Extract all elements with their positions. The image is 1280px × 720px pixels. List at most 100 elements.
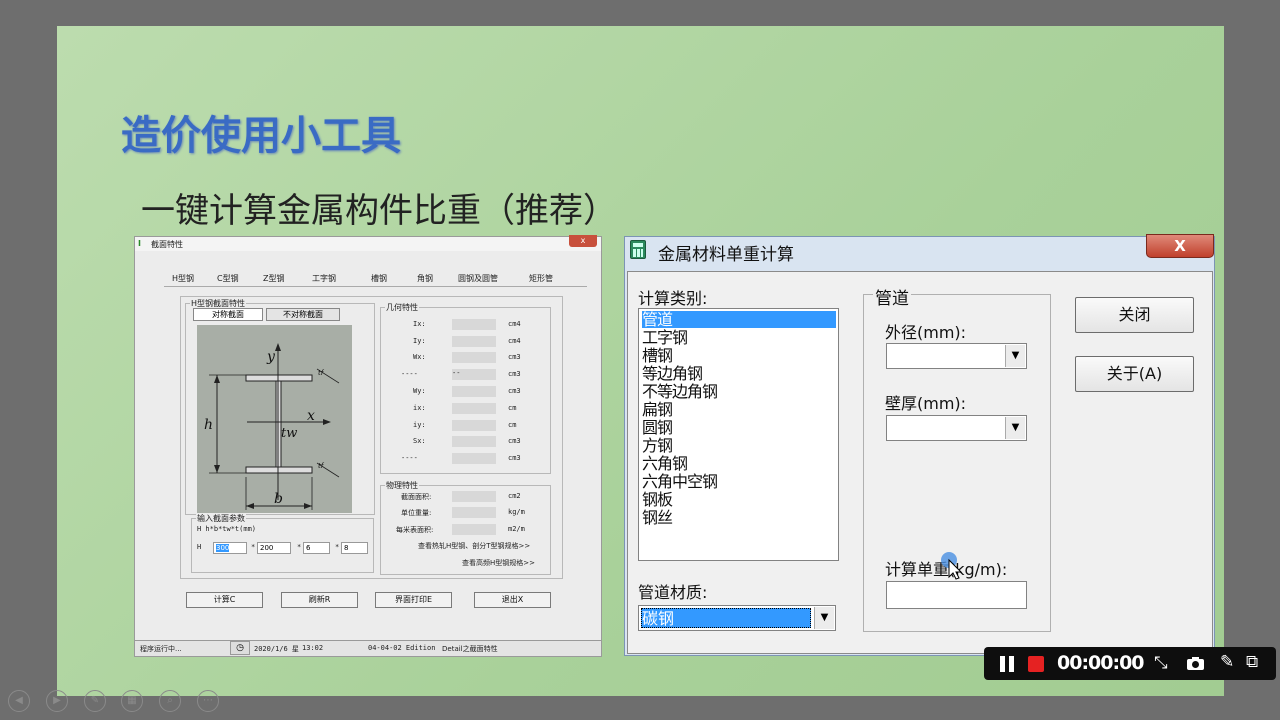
b-dimension-label: b	[274, 491, 283, 507]
camera-icon[interactable]	[1186, 656, 1205, 671]
list-item[interactable]: 等边角钢	[642, 365, 703, 382]
wall-thickness-select[interactable]: ▼	[886, 415, 1027, 441]
material-select[interactable]: 碳钢 ▼	[638, 605, 836, 631]
list-item[interactable]: 方钢	[642, 437, 673, 454]
h-input[interactable]: 300	[213, 542, 247, 554]
chevron-down-icon[interactable]: ▼	[814, 607, 834, 629]
high-freq-spec-link[interactable]: 查看高频H型钢规格>>	[462, 558, 535, 568]
tw-input[interactable]: 6	[303, 542, 330, 554]
x-axis-label: x	[307, 408, 315, 424]
left-window-close-button[interactable]: x	[569, 235, 597, 247]
tab-h-steel[interactable]: H型钢	[172, 273, 194, 284]
geom-label: Wx:	[413, 353, 426, 361]
geom-unit: cm	[508, 421, 517, 429]
geom-value-box	[452, 336, 496, 347]
list-item[interactable]: 钢板	[642, 491, 673, 508]
phys-unit: m2/m	[508, 525, 525, 533]
h-value: 300	[216, 544, 230, 552]
pause-icon[interactable]	[1000, 656, 1015, 672]
sub-tab-asymmetric[interactable]: 不对称截面	[266, 308, 340, 321]
status-edition: 04-04-02 Edition	[368, 644, 436, 652]
unit-weight-output[interactable]	[886, 581, 1027, 609]
t-input[interactable]: 8	[341, 542, 368, 554]
geom-value-box	[452, 453, 496, 464]
phys-label: 每米表面积:	[396, 526, 434, 534]
geom-label: ----	[401, 370, 418, 378]
tab-c-steel[interactable]: C型钢	[217, 273, 239, 284]
geom-unit: cm3	[508, 387, 521, 395]
tab-angle[interactable]: 角钢	[417, 273, 433, 284]
slides-grid-icon[interactable]: ▦	[121, 690, 143, 712]
y-axis-label: y	[266, 349, 276, 365]
exit-button[interactable]: 退出X	[474, 592, 551, 608]
more-options-icon[interactable]: ⋯	[197, 690, 219, 712]
geom-value-box: --	[452, 369, 496, 380]
chevron-down-icon[interactable]: ▼	[1005, 417, 1025, 439]
tab-z-steel[interactable]: Z型钢	[263, 273, 284, 284]
close-button[interactable]: 关闭	[1075, 297, 1194, 333]
geom-value-box	[452, 386, 496, 397]
input-prefix: H	[197, 543, 202, 551]
geom-unit: cm4	[508, 320, 521, 328]
phys-value-box	[452, 491, 496, 502]
slide-subtitle: 一键计算金属构件比重（推荐）	[141, 191, 617, 231]
tab-rect-tube[interactable]: 矩形管	[529, 273, 553, 284]
about-button[interactable]: 关于(A)	[1075, 356, 1194, 392]
tab-channel[interactable]: 槽钢	[371, 273, 387, 284]
zoom-icon[interactable]: ⌕	[159, 690, 181, 712]
status-running: 程序运行中...	[140, 645, 182, 653]
pipe-group-label: 管道	[873, 284, 911, 309]
tab-divider	[164, 286, 587, 287]
list-item[interactable]: 钢丝	[642, 509, 673, 526]
collapse-icon[interactable]: ⤡	[1154, 653, 1168, 673]
geom-value-box	[452, 319, 496, 330]
category-list[interactable]: 管道 工字钢 槽钢 等边角钢 不等边角钢 扁钢 圆钢 方钢 六角钢 六角中空钢 …	[638, 308, 839, 561]
previous-slide-icon[interactable]: ◀	[8, 690, 30, 712]
print-button[interactable]: 界面打印E	[375, 592, 452, 608]
pen-tool-icon[interactable]: ✎	[84, 690, 106, 712]
outer-diameter-label: 外径(mm):	[885, 323, 967, 342]
recorder-toolbar: 00:00:00 ⤡ ✎ ⧉	[984, 647, 1276, 680]
list-item[interactable]: 圆钢	[642, 419, 673, 436]
geom-value-box	[452, 420, 496, 431]
phys-value-box	[452, 507, 496, 518]
list-item[interactable]: 六角钢	[642, 455, 688, 472]
phys-unit: kg/m	[508, 508, 525, 516]
b-input[interactable]: 200	[257, 542, 291, 554]
times-sign: *	[251, 543, 256, 551]
geom-label: Iy:	[413, 337, 426, 345]
outer-diameter-select[interactable]: ▼	[886, 343, 1027, 369]
clock-icon: ◷	[230, 641, 250, 655]
list-item-pipe[interactable]: 管道	[642, 311, 836, 328]
window-icon[interactable]: ⧉	[1246, 652, 1258, 672]
list-item[interactable]: 不等边角钢	[642, 383, 718, 400]
calculate-button[interactable]: 计算C	[186, 592, 263, 608]
geom-unit: cm3	[508, 353, 521, 361]
tab-i-beam[interactable]: 工字钢	[312, 273, 336, 284]
list-item[interactable]: 工字钢	[642, 329, 688, 346]
right-window-close-button[interactable]: X	[1146, 234, 1214, 258]
geom-unit: cm3	[508, 437, 521, 445]
list-item[interactable]: 槽钢	[642, 347, 673, 364]
refresh-button[interactable]: 刷新R	[281, 592, 358, 608]
next-slide-icon[interactable]: ▶	[46, 690, 68, 712]
geom-unit: cm3	[508, 370, 521, 378]
status-date: 2020/1/6 星	[254, 645, 299, 653]
mouse-pointer-icon	[941, 552, 963, 580]
hot-rolled-spec-link[interactable]: 查看热轧H型钢、剖分T型钢规格>>	[418, 541, 530, 551]
list-item[interactable]: 扁钢	[642, 401, 673, 418]
list-item[interactable]: 六角中空钢	[642, 473, 718, 490]
geom-value-box	[452, 436, 496, 447]
geom-label: Ix:	[413, 320, 426, 328]
phys-label: 单位重量:	[401, 509, 432, 517]
geom-unit: cm3	[508, 454, 521, 462]
sub-tab-symmetric[interactable]: 对称截面	[193, 308, 263, 321]
geom-unit: cm4	[508, 337, 521, 345]
calculator-icon	[630, 240, 646, 259]
pen-icon[interactable]: ✎	[1220, 652, 1234, 672]
stop-icon[interactable]	[1028, 656, 1044, 672]
chevron-down-icon[interactable]: ▼	[1005, 345, 1025, 367]
geom-unit: cm	[508, 404, 517, 412]
tab-round-pipe[interactable]: 圆钢及圆管	[458, 273, 498, 284]
geom-label: ----	[401, 454, 418, 462]
